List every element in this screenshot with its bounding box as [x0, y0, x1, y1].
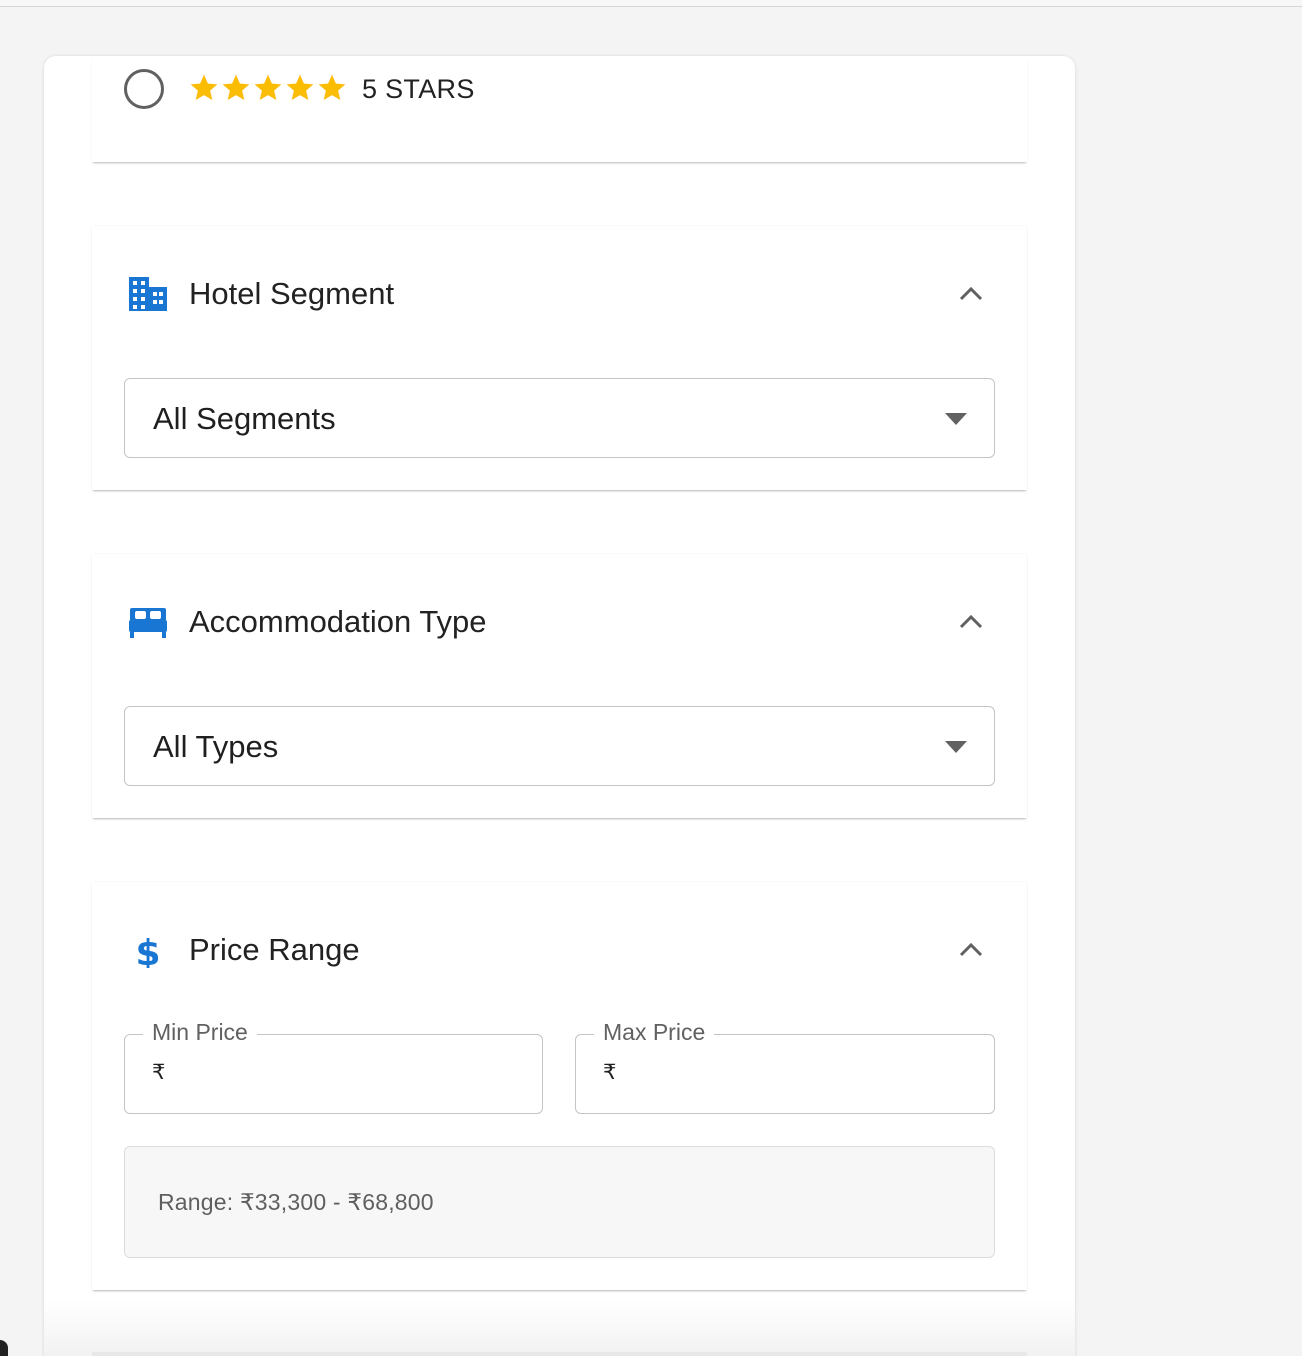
hotel-segment-select-value: All Segments — [153, 401, 336, 436]
price-range-info: Range: ₹33,300 - ₹68,800 — [124, 1146, 995, 1258]
rupee-prefix: ₹ — [603, 1061, 617, 1084]
rating-label: 5 STARS — [362, 74, 475, 104]
min-price-label: Min Price — [143, 1019, 257, 1046]
hotel-segment-select[interactable]: All Segments — [124, 378, 995, 458]
accommodation-type-section: Accommodation Type All Types — [92, 554, 1027, 818]
accommodation-type-title: Accommodation Type — [189, 604, 487, 639]
filter-panel: 5 STARS Hotel Segment All Segments Accom… — [44, 56, 1075, 1356]
star-rating — [188, 72, 348, 104]
price-range-text: Range: ₹33,300 - ₹68,800 — [158, 1189, 434, 1215]
star-icon — [222, 74, 250, 100]
star-icon — [286, 74, 314, 100]
max-price-label: Max Price — [594, 1019, 715, 1046]
caret-down-icon — [945, 413, 967, 425]
min-price-field[interactable]: Min Price ₹ — [124, 1019, 543, 1114]
price-range-title: Price Range — [189, 932, 360, 967]
window-corner — [0, 1340, 8, 1356]
dollar-icon: $ — [135, 933, 160, 968]
star-icon — [318, 74, 346, 100]
price-range-header[interactable]: $ Price Range — [92, 882, 1027, 1022]
bed-icon — [129, 608, 167, 638]
chevron-up-icon[interactable] — [956, 609, 986, 633]
hotel-segment-header[interactable]: Hotel Segment — [92, 226, 1027, 366]
next-card-edge — [92, 1352, 1027, 1356]
building-icon — [129, 277, 167, 311]
star-icon — [254, 74, 282, 100]
caret-down-icon — [945, 741, 967, 753]
panel-bottom — [44, 1300, 1075, 1356]
rating-radio-button[interactable] — [124, 69, 164, 109]
top-divider — [0, 0, 1302, 7]
accommodation-type-select[interactable]: All Types — [124, 706, 995, 786]
star-icon — [190, 74, 218, 100]
price-range-section: $ Price Range Min Price ₹ Max Price ₹ Ra… — [92, 882, 1027, 1290]
rupee-prefix: ₹ — [152, 1061, 166, 1084]
max-price-field[interactable]: Max Price ₹ — [575, 1019, 995, 1114]
accommodation-type-select-value: All Types — [153, 729, 279, 764]
hotel-segment-title: Hotel Segment — [189, 276, 395, 311]
chevron-up-icon[interactable] — [956, 281, 986, 305]
accommodation-type-header[interactable]: Accommodation Type — [92, 554, 1027, 694]
chevron-up-icon[interactable] — [956, 937, 986, 961]
hotel-segment-section: Hotel Segment All Segments — [92, 226, 1027, 490]
svg-text:$: $ — [135, 933, 160, 968]
rating-option-card: 5 STARS — [92, 56, 1027, 162]
